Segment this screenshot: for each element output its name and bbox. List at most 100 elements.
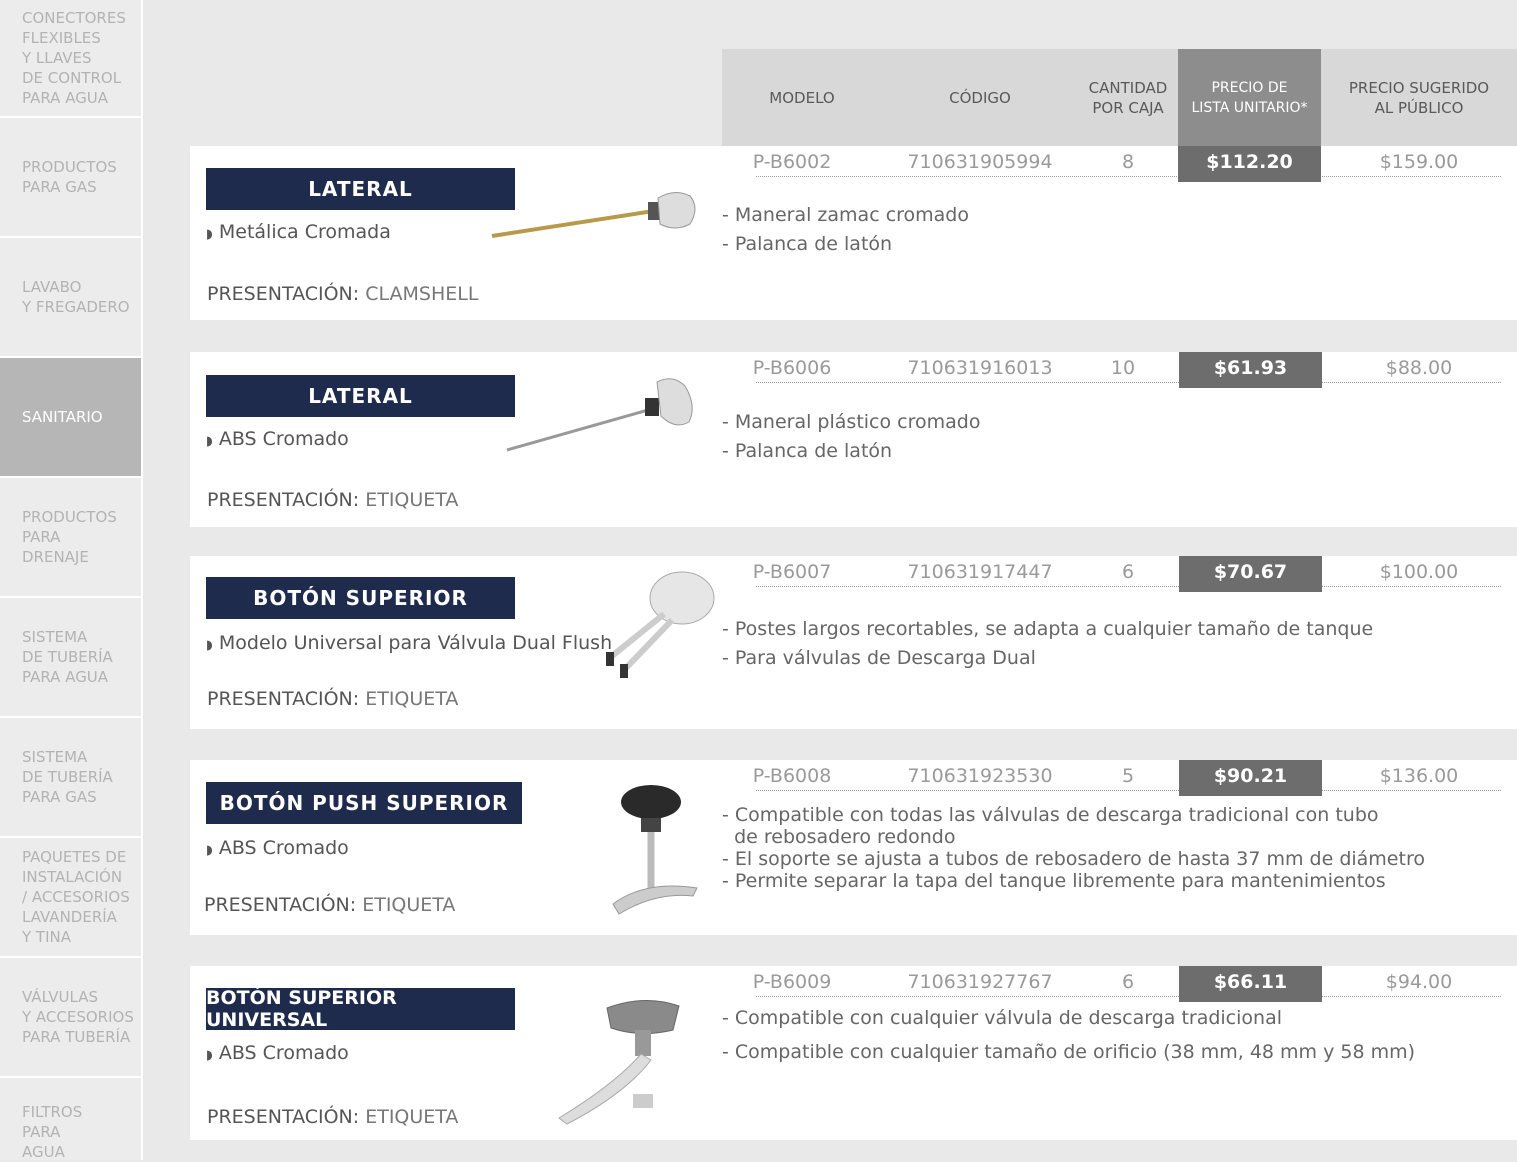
product-subtitle: ◗ Metálica Cromada [206,221,391,243]
cell-cantidad: 5 [1121,765,1135,787]
cell-modelo: P-B6008 [752,765,832,787]
sidebar-item-label: PRODUCTOS PARA DRENAJE [22,508,117,566]
sidebar-item-lavabo[interactable]: LAVABO Y FREGADERO [0,238,141,358]
product-subtitle: ◗ ABS Cromado [206,837,349,859]
presentation-value: ETIQUETA [362,894,456,916]
row-cells: P-B6006 710631916013 10 $61.93 $88.00 [722,352,1502,388]
sidebar-item-tuberia-gas[interactable]: SISTEMA DE TUBERÍA PARA GAS [0,718,141,838]
subtitle-text: ABS Cromado [218,428,349,450]
header-codigo: CÓDIGO [949,88,1011,107]
sidebar-item-label: PRODUCTOS PARA GAS [22,158,117,196]
sidebar-item-conectores[interactable]: CONECTORES FLEXIBLES Y LLAVES DE CONTROL… [0,0,141,118]
product-features: - Postes largos recortables, se adapta a… [722,618,1374,669]
cell-cantidad: 6 [1121,561,1135,583]
product-features: - Maneral plástico cromado - Palanca de … [722,411,981,462]
sidebar-item-sanitario[interactable]: SANITARIO [0,358,141,478]
presentation-label: PRESENTACIÓN: [207,688,366,710]
presentation-value: CLAMSHELL [365,283,479,305]
header-cantidad: CANTIDAD POR CAJA [1088,78,1168,117]
sidebar-item-label: SISTEMA DE TUBERÍA PARA AGUA [22,628,113,686]
subtitle-text: Metálica Cromada [218,221,391,243]
cell-precio-sugerido: $136.00 [1379,765,1459,787]
cell-precio-sugerido: $94.00 [1385,971,1453,993]
product-row: BOTÓN SUPERIOR ◗ Modelo Universal para Vá… [190,556,1517,729]
header-precio-lista: PRECIO DE LISTA UNITARIO* [1178,49,1321,146]
cell-modelo: P-B6007 [752,561,832,583]
features-text: - Compatible con todas las válvulas de d… [722,804,1425,892]
cell-precio-lista: $61.93 [1179,352,1322,388]
row-cells: P-B6008 710631923530 5 $90.21 $136.00 [722,760,1502,796]
presentation: PRESENTACIÓN: ETIQUETA [204,894,455,916]
row-cells: P-B6007 710631917447 6 $70.67 $100.00 [722,556,1502,592]
bullet-icon: ◗ [206,227,213,242]
cell-precio-lista: $112.20 [1178,146,1321,182]
header-precio-sugerido: PRECIO SUGERIDO AL PÚBLICO [1348,78,1490,117]
category-label: BOTÓN SUPERIOR [206,577,515,619]
cell-codigo: 710631923530 [907,765,1053,787]
cell-codigo: 710631917447 [907,561,1053,583]
sidebar-item-label: PAQUETES DE INSTALACIÓN / ACCESORIOS LAV… [22,848,130,946]
cell-precio-lista: $70.67 [1179,556,1322,592]
sidebar-item-label: LAVABO Y FREGADERO [22,278,130,316]
subtitle-text: ABS Cromado [218,1042,349,1064]
cell-cantidad: 6 [1121,971,1135,993]
product-image-universal-button [558,999,680,1125]
cell-precio-sugerido: $88.00 [1385,357,1453,379]
product-image-push-button [612,785,698,915]
presentation: PRESENTACIÓN: CLAMSHELL [207,283,478,305]
presentation-label: PRESENTACIÓN: [207,283,366,305]
category-label: BOTÓN SUPERIOR UNIVERSAL [206,987,515,1031]
category-label: LATERAL [206,375,515,417]
presentation-label: PRESENTACIÓN: [204,894,363,916]
table-header: MODELO CÓDIGO CANTIDAD POR CAJA PRECIO D… [722,49,1517,146]
bullet-icon: ◗ [206,434,213,449]
presentation: PRESENTACIÓN: ETIQUETA [207,688,458,710]
product-features: - Maneral zamac cromado - Palanca de lat… [722,204,969,255]
sidebar-item-drenaje[interactable]: PRODUCTOS PARA DRENAJE [0,478,141,598]
category-label: BOTÓN PUSH SUPERIOR [206,782,522,824]
presentation-label: PRESENTACIÓN: [207,1106,366,1128]
presentation: PRESENTACIÓN: ETIQUETA [207,1106,458,1128]
product-features: - Compatible con cualquier válvula de de… [722,1007,1416,1063]
subtitle-text: Modelo Universal para Válvula Dual Flush [218,632,613,654]
product-features: - Compatible con todas las válvulas de d… [722,804,1425,892]
product-row: BOTÓN PUSH SUPERIOR ◗ ABS Cromado PRESENT… [190,760,1517,935]
presentation-label: PRESENTACIÓN: [207,489,366,511]
sidebar-item-label: SANITARIO [22,408,103,426]
product-subtitle: ◗ ABS Cromado [206,1042,349,1064]
cell-precio-sugerido: $100.00 [1379,561,1459,583]
product-image-lever [506,378,693,452]
product-row: LATERAL ◗ Metálica Cromada PRESENTACIÓN: … [190,146,1517,320]
cell-codigo: 710631905994 [907,151,1053,173]
sidebar-item-filtros[interactable]: FILTROS PARA AGUA [0,1078,141,1161]
cell-precio-lista: $66.11 [1179,966,1322,1002]
row-cells: P-B6009 710631927767 6 $66.11 $94.00 [722,966,1502,1002]
cell-codigo: 710631927767 [907,971,1053,993]
sidebar-item-gas[interactable]: PRODUCTOS PARA GAS [0,118,141,238]
category-label: LATERAL [206,168,515,210]
bullet-icon: ◗ [206,638,213,653]
presentation-value: ETIQUETA [365,1106,459,1128]
sidebar-item-label: SISTEMA DE TUBERÍA PARA GAS [22,748,113,806]
bullet-icon: ◗ [206,1048,213,1063]
cell-precio-lista: $90.21 [1179,760,1322,796]
product-image-button [606,571,715,678]
presentation-value: ETIQUETA [365,489,459,511]
sidebar-item-label: FILTROS PARA AGUA [22,1103,83,1161]
sidebar-item-tuberia-agua[interactable]: SISTEMA DE TUBERÍA PARA AGUA [0,598,141,718]
product-subtitle: ◗ ABS Cromado [206,428,349,450]
cell-modelo: P-B6006 [752,357,832,379]
presentation: PRESENTACIÓN: ETIQUETA [207,489,458,511]
product-row: LATERAL ◗ ABS Cromado PRESENTACIÓN: ETIQU… [190,352,1517,527]
presentation-value: ETIQUETA [365,688,459,710]
product-subtitle: ◗ Modelo Universal para Válvula Dual Flus… [206,632,612,654]
bullet-icon: ◗ [206,843,213,858]
cell-codigo: 710631916013 [907,357,1053,379]
sidebar-item-paquetes[interactable]: PAQUETES DE INSTALACIÓN / ACCESORIOS LAV… [0,838,141,958]
row-cells: P-B6002 710631905994 8 $112.20 $159.00 [722,146,1502,182]
cell-modelo: P-B6009 [752,971,832,993]
sidebar-item-valvulas[interactable]: VÁLVULAS Y ACCESORIOS PARA TUBERÍA [0,958,141,1078]
cell-precio-sugerido: $159.00 [1379,151,1459,173]
product-row: BOTÓN SUPERIOR UNIVERSAL ◗ ABS Cromado PR… [190,966,1517,1140]
sidebar-item-label: VÁLVULAS Y ACCESORIOS PARA TUBERÍA [22,988,134,1046]
